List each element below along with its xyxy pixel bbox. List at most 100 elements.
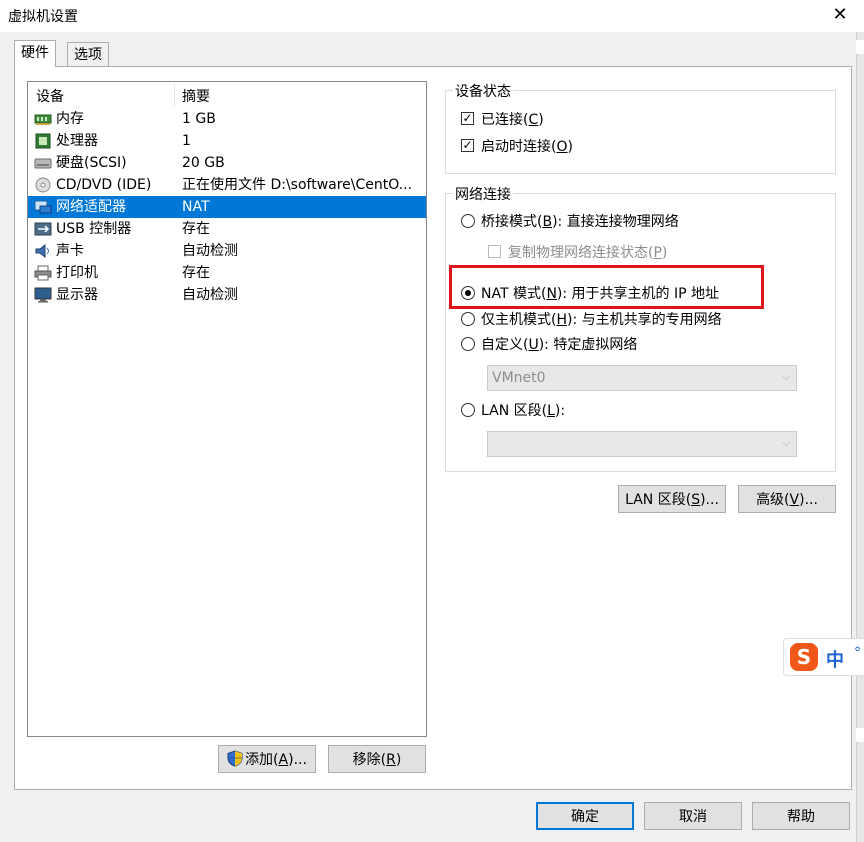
device-list[interactable]: 设备 摘要 内存 1 GB 处理器 1 硬盘(SCSI) 20 GB CD/DV…: [27, 81, 427, 737]
device-summary: 自动检测: [182, 243, 238, 259]
check-icon: ✓: [462, 111, 473, 125]
lan-segments-text: LAN 区段(: [625, 492, 692, 508]
lan-segment-label[interactable]: LAN 区段(L):: [481, 400, 565, 420]
connect-at-power-on-accesskey: O: [556, 139, 568, 155]
tab-hardware[interactable]: 硬件: [14, 40, 56, 67]
device-name: 显示器: [56, 287, 98, 303]
ok-button[interactable]: 确定: [536, 802, 634, 830]
host-only-accesskey: H: [556, 312, 567, 328]
connect-at-power-on-checkbox[interactable]: ✓: [461, 139, 474, 152]
device-name: 硬盘(SCSI): [56, 155, 127, 171]
printer-icon: [34, 265, 52, 281]
chevron-down-icon: ⌵: [782, 372, 790, 383]
advanced-ellipsis: )...: [799, 492, 818, 508]
device-name: 网络适配器: [56, 199, 126, 215]
replicate-state-label[interactable]: 复制物理网络连接状态(P): [508, 242, 667, 262]
processor-icon: [35, 133, 51, 149]
help-button[interactable]: 帮助: [752, 802, 850, 830]
nat-label[interactable]: NAT 模式(N): 用于共享主机的 IP 地址: [481, 283, 719, 303]
device-summary: 20 GB: [182, 155, 225, 171]
ime-toolbar[interactable]: S 中 °: [783, 638, 864, 676]
bridged-accesskey: B: [542, 214, 553, 230]
replicate-state-accesskey: P: [653, 245, 662, 261]
device-name: 内存: [56, 111, 84, 127]
memory-icon: [34, 114, 52, 125]
ime-punctuation-indicator[interactable]: °: [854, 645, 861, 661]
custom-network-value: VMnet0: [492, 370, 546, 386]
network-connection-label: 网络连接: [453, 184, 513, 204]
close-icon: ✕: [832, 4, 848, 25]
title-bar: [0, 0, 864, 32]
add-button-accesskey: A: [278, 752, 289, 768]
add-button-text: 添加(: [245, 752, 279, 768]
bridged-label[interactable]: 桥接模式(B): 直接连接物理网络: [481, 211, 679, 231]
device-summary: 1 GB: [182, 111, 216, 127]
custom-label[interactable]: 自定义(U): 特定虚拟网络: [481, 334, 637, 354]
device-row-sound-card[interactable]: 声卡 自动检测: [28, 240, 426, 262]
connected-text: 已连接(: [481, 112, 529, 128]
remove-button[interactable]: 移除(R): [328, 745, 426, 773]
connected-label[interactable]: 已连接(C): [481, 109, 544, 129]
window-title: 虚拟机设置: [8, 9, 78, 25]
device-row-display[interactable]: 显示器 自动检测: [28, 284, 426, 306]
device-row-processor[interactable]: 处理器 1: [28, 130, 426, 152]
connect-at-power-on-text: 启动时连接(: [481, 139, 557, 155]
column-header-summary[interactable]: 摘要: [182, 86, 210, 106]
host-only-text: 仅主机模式(: [481, 312, 557, 328]
replicate-state-suffix: ): [661, 245, 668, 261]
remove-button-accesskey: R: [386, 752, 396, 768]
host-only-label[interactable]: 仅主机模式(H): 与主机共享的专用网络: [481, 309, 722, 329]
device-summary: 存在: [182, 265, 210, 281]
connect-at-power-on-label[interactable]: 启动时连接(O): [481, 136, 573, 156]
ime-mode-indicator[interactable]: 中: [826, 646, 844, 672]
custom-network-select[interactable]: VMnet0 ⌵: [487, 365, 797, 391]
device-row-cd-dvd[interactable]: CD/DVD (IDE) 正在使用文件 D:\software\CentO...: [28, 174, 426, 196]
cd-dvd-icon: [35, 177, 51, 193]
device-list-header: 设备 摘要: [28, 82, 426, 108]
lan-segment-radio[interactable]: [461, 403, 475, 417]
connect-at-power-on-suffix: ): [567, 139, 573, 155]
advanced-accesskey: V: [789, 492, 800, 508]
device-status-group: [445, 90, 836, 174]
device-summary: 1: [182, 133, 191, 149]
custom-radio[interactable]: [461, 337, 475, 351]
device-row-printer[interactable]: 打印机 存在: [28, 262, 426, 284]
advanced-text: 高级(: [756, 492, 790, 508]
network-adapter-icon: [34, 200, 52, 214]
replicate-state-checkbox[interactable]: [488, 245, 501, 258]
device-name: CD/DVD (IDE): [56, 177, 152, 193]
device-name: 处理器: [56, 133, 98, 149]
advanced-button[interactable]: 高级(V)...: [738, 485, 836, 513]
right-window-edge: [856, 32, 864, 842]
shield-icon: [227, 750, 243, 767]
device-row-network-adapter[interactable]: 网络适配器 NAT: [28, 196, 426, 218]
custom-suffix: ): 特定虚拟网络: [538, 337, 638, 353]
device-summary: 自动检测: [182, 287, 238, 303]
lan-segments-button[interactable]: LAN 区段(S)...: [618, 485, 726, 513]
display-icon: [34, 287, 52, 303]
bridged-radio[interactable]: [461, 214, 475, 228]
tab-options[interactable]: 选项: [67, 42, 109, 67]
lan-segments-accesskey: S: [691, 492, 701, 508]
lan-segment-select[interactable]: ⌵: [487, 431, 797, 457]
usb-icon: [34, 222, 52, 236]
device-row-usb[interactable]: USB 控制器 存在: [28, 218, 426, 240]
cancel-button[interactable]: 取消: [644, 802, 742, 830]
column-header-device[interactable]: 设备: [36, 86, 64, 106]
nat-radio[interactable]: [461, 286, 475, 300]
close-button[interactable]: ✕: [828, 4, 852, 28]
device-row-memory[interactable]: 内存 1 GB: [28, 108, 426, 130]
replicate-state-text: 复制物理网络连接状态(: [508, 245, 654, 261]
edge-notch: [856, 40, 864, 54]
sogou-logo-icon: S: [790, 643, 818, 671]
bridged-suffix: ): 直接连接物理网络: [552, 214, 679, 230]
connected-checkbox[interactable]: ✓: [461, 112, 474, 125]
device-row-hard-disk[interactable]: 硬盘(SCSI) 20 GB: [28, 152, 426, 174]
sound-card-icon: [35, 243, 49, 259]
host-only-suffix: ): 与主机共享的专用网络: [567, 312, 722, 328]
device-name: USB 控制器: [56, 221, 132, 237]
host-only-radio[interactable]: [461, 312, 475, 326]
nat-text: NAT 模式(: [481, 286, 547, 302]
add-button[interactable]: 添加(A)...: [218, 745, 316, 773]
add-button-ellipsis: )...: [288, 752, 307, 768]
